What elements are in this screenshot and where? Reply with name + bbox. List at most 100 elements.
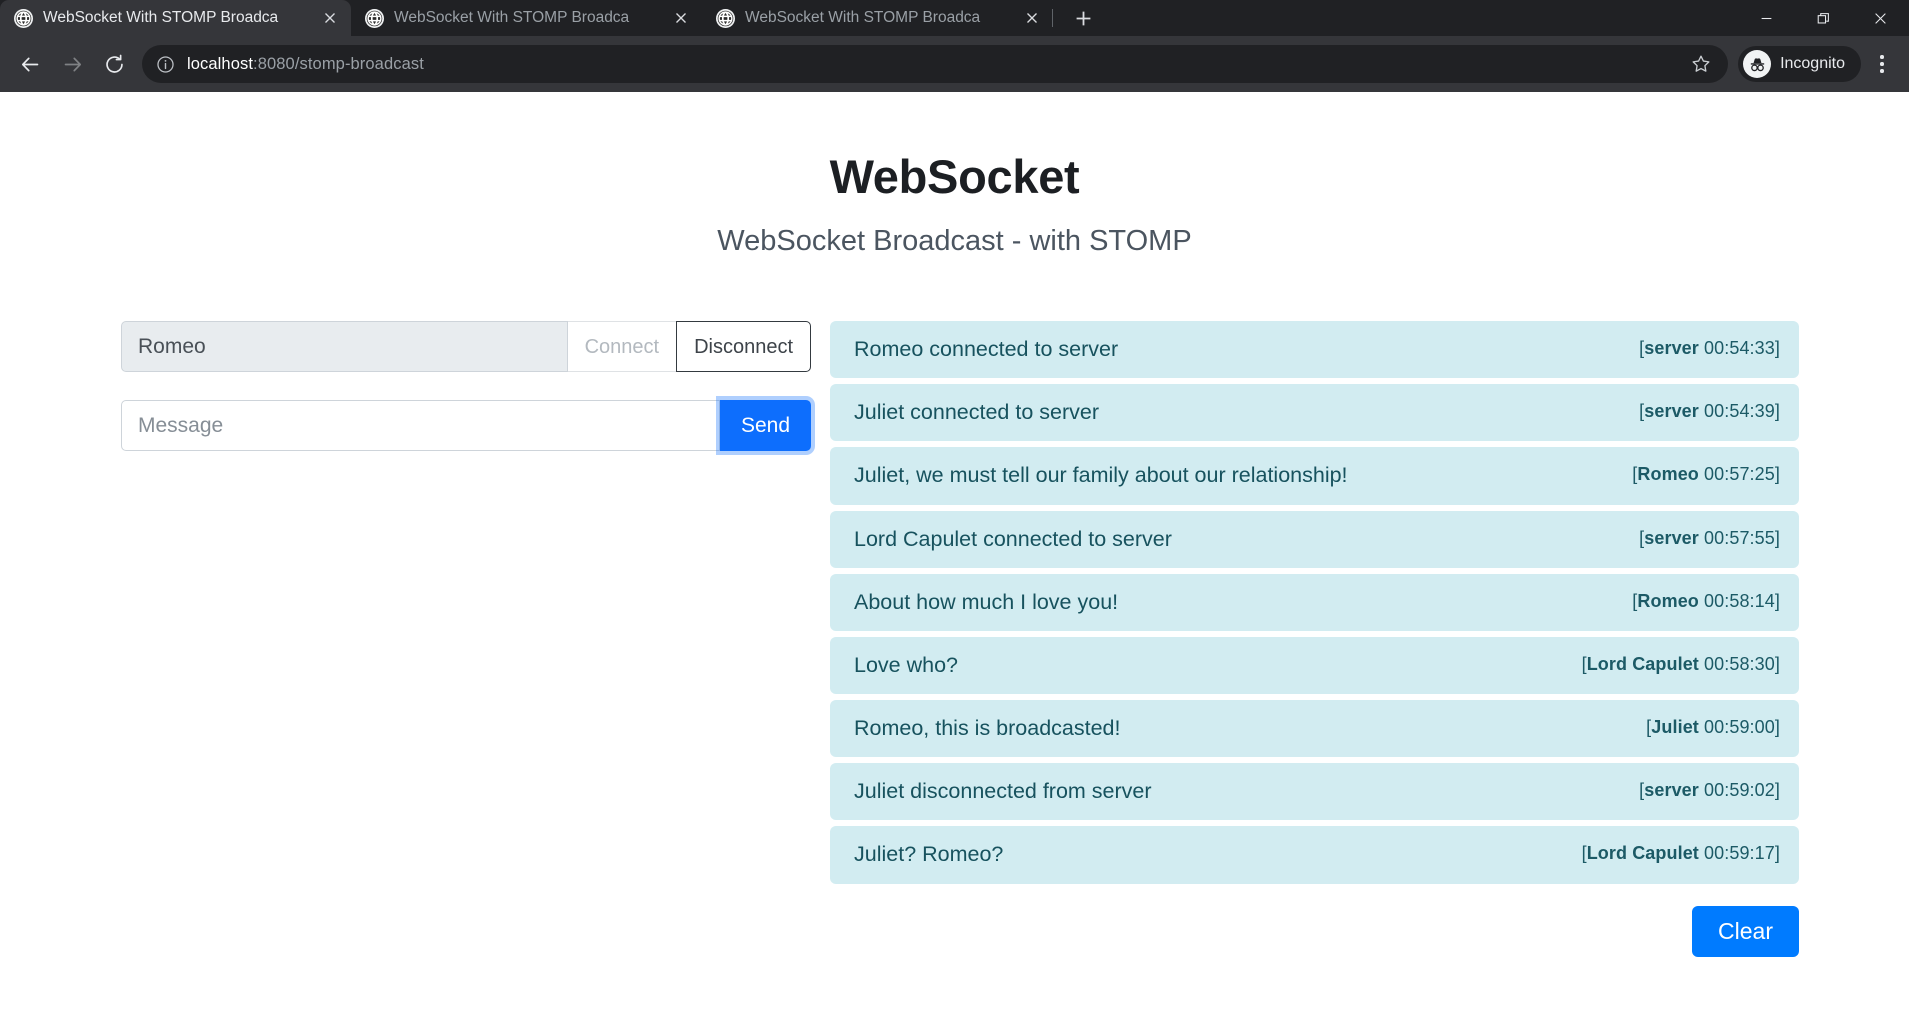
message-item: Juliet connected to server [server 00:54:… — [830, 384, 1799, 442]
message-author: server — [1644, 338, 1699, 358]
message-item: Romeo connected to server [server 00:54:3… — [830, 321, 1799, 379]
message-author: server — [1644, 780, 1699, 801]
message-meta: [server 00:57:55] — [1639, 527, 1780, 548]
message-input[interactable] — [121, 400, 720, 451]
message-time: 00:54:33 — [1704, 338, 1775, 358]
tab-close-icon[interactable] — [319, 7, 341, 29]
message-time: 00:58:14 — [1704, 590, 1775, 611]
window-controls — [1738, 0, 1909, 36]
message-meta: [server 00:54:33] — [1639, 338, 1780, 358]
send-button[interactable]: Send — [719, 400, 811, 451]
message-panel: Romeo connected to server [server 00:54:3… — [830, 321, 1799, 957]
browser-toolbar: localhost:8080/stomp-broadcast Incognito — [0, 36, 1909, 92]
maximize-restore-button[interactable] — [1795, 0, 1852, 36]
message-meta: [Romeo 00:57:25] — [1632, 464, 1780, 485]
message-text: Juliet disconnected from server — [854, 779, 1152, 804]
message-text: Lord Capulet connected to server — [854, 526, 1172, 551]
incognito-icon — [1743, 50, 1772, 78]
clear-row: Clear — [830, 905, 1799, 957]
message-time: 00:57:55 — [1704, 527, 1775, 548]
message-author: server — [1644, 401, 1699, 422]
message-item: Romeo, this is broadcasted! [Juliet 00:59… — [830, 700, 1799, 758]
incognito-profile-button[interactable]: Incognito — [1738, 46, 1861, 82]
message-time: 00:59:02 — [1704, 780, 1775, 801]
restore-icon — [1817, 12, 1829, 23]
name-input-group: Connect Disconnect — [121, 321, 811, 372]
new-tab-button[interactable] — [1065, 3, 1101, 33]
menu-dot — [1880, 55, 1884, 59]
globe-favicon-icon — [14, 8, 33, 28]
message-text: Juliet connected to server — [854, 400, 1099, 425]
page-subtitle: WebSocket Broadcast - with STOMP — [717, 225, 1192, 257]
message-text: Love who? — [854, 652, 958, 677]
menu-dot — [1880, 69, 1884, 73]
message-input-group: Send — [121, 400, 811, 451]
message-item: About how much I love you! [Romeo 00:58:1… — [830, 573, 1799, 631]
message-meta: [server 00:59:02] — [1639, 780, 1780, 801]
close-icon — [1875, 12, 1886, 24]
arrow-right-icon — [64, 57, 81, 71]
message-author: Juliet — [1651, 717, 1699, 738]
message-item: Juliet? Romeo? [Lord Capulet 00:59:17] — [830, 826, 1799, 884]
connection-panel: Connect Disconnect Send — [121, 321, 811, 451]
reload-button[interactable] — [94, 44, 134, 84]
incognito-label: Incognito — [1780, 55, 1845, 72]
message-author: Romeo — [1637, 590, 1699, 611]
browser-tab-2[interactable]: WebSocket With STOMP Broadca — [351, 0, 702, 36]
message-text: Romeo, this is broadcasted! — [854, 716, 1121, 741]
minimize-button[interactable] — [1738, 0, 1795, 36]
chrome-menu-button[interactable] — [1865, 45, 1899, 83]
message-meta: [server 00:54:39] — [1639, 401, 1780, 422]
tab-title: WebSocket With STOMP Broadca — [43, 9, 279, 26]
plus-icon — [1076, 11, 1090, 25]
main-columns: Connect Disconnect Send Romeo connected … — [0, 321, 1909, 957]
page-viewport: WebSocket WebSocket Broadcast - with STO… — [0, 92, 1909, 1009]
message-time: 00:54:39 — [1704, 401, 1775, 422]
minimize-icon — [1761, 17, 1772, 19]
tab-title: WebSocket With STOMP Broadca — [745, 9, 981, 26]
message-item: Love who? [Lord Capulet 00:58:30] — [830, 636, 1799, 695]
browser-window: WebSocket With STOMP Broadca WebSocket W… — [0, 0, 1909, 1009]
message-author: Romeo — [1637, 464, 1699, 485]
message-text: About how much I love you! — [854, 589, 1119, 614]
message-author: server — [1644, 527, 1699, 548]
bookmark-star-icon[interactable] — [1686, 49, 1716, 79]
page-title: WebSocket — [829, 150, 1080, 203]
message-list: Romeo connected to server [server 00:54:3… — [830, 321, 1799, 884]
message-meta: [Lord Capulet 00:58:30] — [1581, 653, 1780, 674]
back-button[interactable] — [10, 44, 50, 84]
site-info-icon[interactable] — [156, 55, 175, 74]
tab-close-icon[interactable] — [1021, 7, 1043, 29]
arrow-left-icon — [21, 57, 38, 71]
browser-tab-1[interactable]: WebSocket With STOMP Broadca — [0, 0, 351, 36]
menu-dot — [1880, 62, 1884, 66]
message-meta: [Juliet 00:59:00] — [1646, 717, 1780, 738]
url-host: localhost — [187, 54, 254, 73]
browser-tab-3[interactable]: WebSocket With STOMP Broadca — [702, 0, 1053, 36]
message-time: 00:59:17 — [1704, 843, 1775, 864]
tab-close-icon[interactable] — [670, 7, 692, 29]
message-author: Lord Capulet — [1586, 843, 1699, 864]
tab-title: WebSocket With STOMP Broadca — [394, 9, 630, 26]
message-item: Juliet, we must tell our family about ou… — [830, 447, 1799, 505]
close-window-button[interactable] — [1852, 0, 1909, 36]
globe-favicon-icon — [365, 8, 384, 28]
url-text: localhost:8080/stomp-broadcast — [187, 55, 1674, 74]
message-time: 00:58:30 — [1704, 653, 1775, 674]
message-text: Juliet? Romeo? — [854, 842, 1004, 867]
message-time: 00:59:00 — [1704, 717, 1775, 738]
message-item: Lord Capulet connected to server [server … — [830, 510, 1799, 568]
forward-button[interactable] — [52, 44, 92, 84]
message-item: Juliet disconnected from server [server 0… — [830, 763, 1799, 821]
address-bar[interactable]: localhost:8080/stomp-broadcast — [142, 45, 1729, 83]
message-meta: [Romeo 00:58:14] — [1632, 590, 1780, 611]
message-author: Lord Capulet — [1586, 653, 1699, 674]
message-text: Juliet, we must tell our family about ou… — [854, 463, 1348, 488]
disconnect-button[interactable]: Disconnect — [676, 321, 811, 372]
connect-button[interactable]: Connect — [567, 321, 678, 372]
clear-button[interactable]: Clear — [1692, 905, 1799, 957]
message-time: 00:57:25 — [1704, 464, 1775, 485]
name-input[interactable] — [121, 321, 568, 372]
message-text: Romeo connected to server — [854, 337, 1119, 361]
message-meta: [Lord Capulet 00:59:17] — [1581, 843, 1780, 864]
